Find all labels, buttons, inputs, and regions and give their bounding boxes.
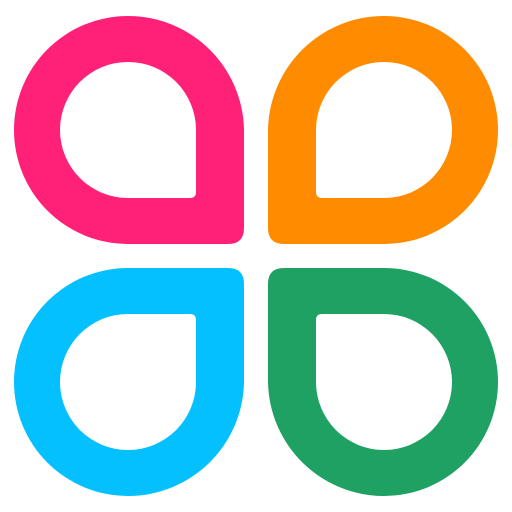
four-petal-logo-icon bbox=[0, 0, 512, 512]
